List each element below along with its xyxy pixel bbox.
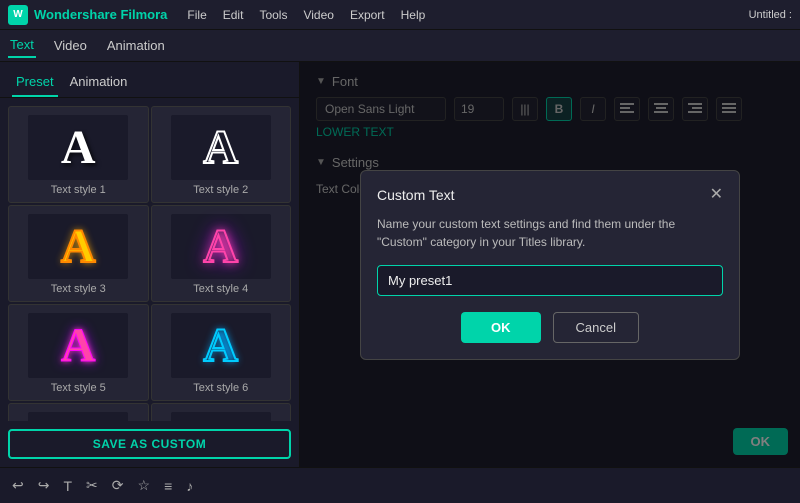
style-letter-3: A [61, 219, 96, 274]
style-letter-8: A [203, 417, 238, 421]
style-label-4: Text style 4 [193, 283, 248, 295]
modal-dialog: Custom Text ✕ Name your custom text sett… [360, 170, 740, 360]
text-tool-icon[interactable]: T [63, 478, 72, 494]
modal-ok-button[interactable]: OK [461, 312, 541, 343]
style-cell-3[interactable]: A Text style 3 [8, 205, 149, 302]
custom-text-input[interactable] [377, 265, 723, 296]
modal-buttons: OK Cancel [377, 312, 723, 343]
style-preview-4: A [171, 214, 271, 279]
tab-animation[interactable]: Animation [105, 34, 167, 57]
style-label-3: Text style 3 [51, 283, 106, 295]
main-layout: Preset Animation A Text style 1 A Text s… [0, 62, 800, 467]
style-preview-3: A [28, 214, 128, 279]
history-icon[interactable]: ⟳ [112, 477, 124, 494]
style-preview-5: A [28, 313, 128, 378]
cut-icon[interactable]: ✂ [86, 477, 98, 494]
logo-icon: W [8, 5, 28, 25]
style-cell-1[interactable]: A Text style 1 [8, 106, 149, 203]
right-panel: ▼ Font Open Sans Light 19 ||| B I [300, 62, 800, 467]
style-label-5: Text style 5 [51, 382, 106, 394]
menu-file[interactable]: File [187, 8, 206, 22]
tab-video[interactable]: Video [52, 34, 89, 57]
audio-icon[interactable]: ♪ [186, 478, 193, 494]
style-preview-6: A [171, 313, 271, 378]
left-panel: Preset Animation A Text style 1 A Text s… [0, 62, 300, 467]
tab-preset[interactable]: Preset [12, 70, 58, 97]
modal-close-button[interactable]: ✕ [710, 187, 723, 203]
top-tabs: Text Video Animation [0, 30, 800, 62]
style-letter-1: A [61, 120, 96, 175]
menu-bar: File Edit Tools Video Export Help [187, 8, 748, 22]
style-cell-8[interactable]: A Text style 8 [151, 403, 292, 421]
modal-overlay: Custom Text ✕ Name your custom text sett… [300, 62, 800, 467]
star-icon[interactable]: ☆ [138, 477, 151, 494]
menu-edit[interactable]: Edit [223, 8, 244, 22]
menu-tools[interactable]: Tools [259, 8, 287, 22]
modal-body-text: Name your custom text settings and find … [377, 215, 723, 251]
menu-video[interactable]: Video [303, 8, 333, 22]
style-cell-7[interactable]: A Text style 7 [8, 403, 149, 421]
style-preview-1: A [28, 115, 128, 180]
redo-icon[interactable]: ↪ [38, 477, 50, 494]
style-grid: A Text style 1 A Text style 2 A Text sty… [0, 98, 299, 421]
modal-title: Custom Text [377, 187, 455, 203]
tab-animation[interactable]: Animation [66, 70, 132, 97]
modal-cancel-button[interactable]: Cancel [553, 312, 639, 343]
title-bar: W Wondershare Filmora File Edit Tools Vi… [0, 0, 800, 30]
style-label-2: Text style 2 [193, 184, 248, 196]
style-cell-4[interactable]: A Text style 4 [151, 205, 292, 302]
brand: W Wondershare Filmora [8, 5, 167, 25]
menu-export[interactable]: Export [350, 8, 385, 22]
undo-icon[interactable]: ↩ [12, 477, 24, 494]
style-label-1: Text style 1 [51, 184, 106, 196]
brand-name: Wondershare Filmora [34, 7, 167, 22]
bottom-toolbar: ↩ ↪ T ✂ ⟳ ☆ ≡ ♪ [0, 467, 800, 503]
preset-tabs: Preset Animation [0, 62, 299, 98]
style-letter-5: A [61, 318, 96, 373]
style-preview-8: A [171, 412, 271, 421]
style-cell-5[interactable]: A Text style 5 [8, 304, 149, 401]
window-title: Untitled : [749, 9, 792, 21]
style-letter-2: A [203, 120, 238, 175]
modal-title-bar: Custom Text ✕ [377, 187, 723, 203]
style-label-6: Text style 6 [193, 382, 248, 394]
menu-help[interactable]: Help [401, 8, 426, 22]
style-letter-7: A [61, 417, 96, 421]
tab-text[interactable]: Text [8, 33, 36, 58]
style-cell-2[interactable]: A Text style 2 [151, 106, 292, 203]
style-cell-6[interactable]: A Text style 6 [151, 304, 292, 401]
settings-icon[interactable]: ≡ [164, 478, 172, 494]
style-preview-7: A [28, 412, 128, 421]
style-letter-6: A [203, 318, 238, 373]
style-letter-4: A [203, 219, 238, 274]
style-preview-2: A [171, 115, 271, 180]
save-as-custom-button[interactable]: SAVE AS CUSTOM [8, 429, 291, 459]
